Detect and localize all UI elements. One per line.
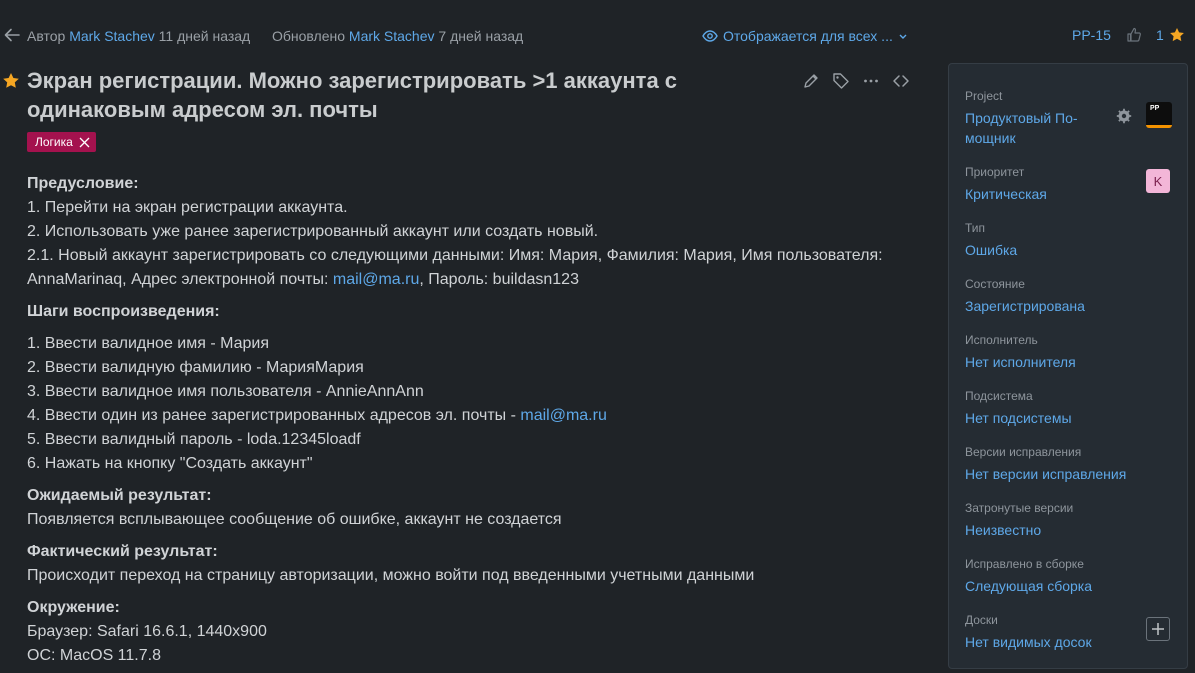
project-logo: PP (1146, 102, 1172, 128)
updated-label: Обновлено (272, 28, 346, 44)
chevron-down-icon (899, 34, 907, 39)
actual-text: Происходит переход на страницу авторизац… (27, 567, 755, 584)
back-arrow-icon[interactable] (3, 26, 21, 44)
field-fix-versions: Версии исправления Нет версии исправлени… (965, 444, 1185, 484)
step-item: 1. Ввести валидное имя - Мария (27, 335, 270, 352)
precondition-line: 2. Использовать уже ранее зарегистрирова… (27, 223, 599, 240)
priority-badge: K (1146, 169, 1170, 193)
star-icon (1169, 28, 1184, 42)
add-board-button[interactable] (1146, 617, 1170, 641)
close-icon[interactable] (79, 137, 90, 148)
title-actions (802, 72, 910, 90)
subsystem-value[interactable]: Нет подсистемы (965, 408, 1185, 428)
step-item: 4. Ввести один из ранее зарегистрированн… (27, 404, 927, 428)
issue-title: Экран регистрации. Можно зарегистрироват… (27, 68, 678, 122)
field-label: Исправлено в сборке (965, 557, 1084, 571)
star-count-value: 1 (1156, 27, 1164, 43)
field-label: Тип (965, 221, 986, 235)
field-label: Подсистема (965, 389, 1033, 403)
environment-heading: Окружение: (27, 599, 120, 616)
eye-icon (702, 30, 718, 42)
step-item: 6. Нажать на кнопку "Создать аккаунт" (27, 455, 313, 472)
expected-text: Появляется всплывающее сообщение об ошиб… (27, 511, 562, 528)
star-counter[interactable]: 1 (1156, 27, 1185, 43)
email-link[interactable]: mail@ma.ru (333, 271, 419, 288)
issue-id-link[interactable]: PP-15 (1072, 27, 1111, 43)
code-brackets-icon[interactable] (892, 72, 910, 90)
issue-header: Автор Mark Stachev 11 дней назад Обновле… (0, 0, 1195, 72)
step-item: 5. Ввести валидный пароль - loda.12345lo… (27, 431, 361, 448)
field-affected-versions: Затронутые версии Неизвестно (965, 500, 1185, 540)
plus-icon (1152, 623, 1164, 635)
favorite-star-icon[interactable] (2, 72, 20, 90)
field-label: Исполнитель (965, 333, 1038, 347)
steps-heading: Шаги воспроизведения: (27, 303, 220, 320)
state-value[interactable]: Зарегистрирована (965, 296, 1185, 316)
field-label: Версии исправления (965, 445, 1082, 459)
environment-browser: Браузер: Safari 16.6.1, 1440x900 (27, 623, 267, 640)
email-link[interactable]: mail@ma.ru (520, 407, 606, 424)
visibility-label: Отображается для всех ... (723, 28, 893, 44)
field-state: Состояние Зарегистрирована (965, 276, 1185, 316)
thumbs-up-icon[interactable] (1126, 27, 1142, 43)
type-value[interactable]: Ошибка (965, 240, 1185, 260)
fixed-in-build-value[interactable]: Следующая сборка (965, 576, 1185, 596)
tag-icon[interactable] (832, 72, 850, 90)
affected-versions-value[interactable]: Неизвестно (965, 520, 1185, 540)
step-text: 4. Ввести один из ранее зарегистрированн… (27, 407, 521, 424)
issue-fields-panel: Project Продуктовый По-мощник PP Приорит… (948, 63, 1188, 669)
field-assignee: Исполнитель Нет исполнителя (965, 332, 1185, 372)
tag-label: Логика (35, 135, 73, 149)
updated-info: Обновлено Mark Stachev 7 дней назад (272, 28, 523, 44)
fix-versions-value[interactable]: Нет версии исправления (965, 464, 1185, 484)
precondition-line: 2.1. Новый аккаунт зарегистрировать со с… (27, 244, 927, 292)
author-name-link[interactable]: Mark Stachev (69, 28, 155, 44)
project-value[interactable]: Продуктовый По-мощник (965, 108, 1105, 148)
tag-badge[interactable]: Логика (27, 132, 96, 152)
environment-os: ОС: MacOS 11.7.8 (27, 647, 161, 664)
precondition-text: , Пароль: buildasn123 (419, 271, 579, 288)
author-label: Автор (27, 28, 66, 44)
author-time: 11 дней назад (158, 28, 251, 44)
step-item: 2. Ввести валидную фамилию - МарияМария (27, 359, 364, 376)
assignee-value[interactable]: Нет исполнителя (965, 352, 1185, 372)
field-type: Тип Ошибка (965, 220, 1185, 260)
author-info: Автор Mark Stachev 11 дней назад (27, 28, 250, 44)
precondition-heading: Предусловие: (27, 175, 139, 192)
expected-heading: Ожидаемый результат: (27, 487, 212, 504)
field-label: Затронутые версии (965, 501, 1074, 515)
gear-icon[interactable] (1116, 108, 1132, 124)
more-options-icon[interactable] (862, 72, 880, 90)
actual-heading: Фактический результат: (27, 543, 218, 560)
field-fixed-in-build: Исправлено в сборке Следующая сборка (965, 556, 1185, 596)
issue-description: Предусловие: 1. Перейти на экран регистр… (27, 172, 927, 668)
visibility-dropdown[interactable]: Отображается для всех ... (702, 28, 908, 44)
field-label: Состояние (965, 277, 1025, 291)
updated-name-link[interactable]: Mark Stachev (349, 28, 435, 44)
step-item: 3. Ввести валидное имя пользователя - An… (27, 383, 424, 400)
edit-pencil-icon[interactable] (802, 72, 820, 90)
precondition-line: 1. Перейти на экран регистрации аккаунта… (27, 199, 348, 216)
field-subsystem: Подсистема Нет подсистемы (965, 388, 1185, 428)
updated-time: 7 дней назад (438, 28, 524, 44)
